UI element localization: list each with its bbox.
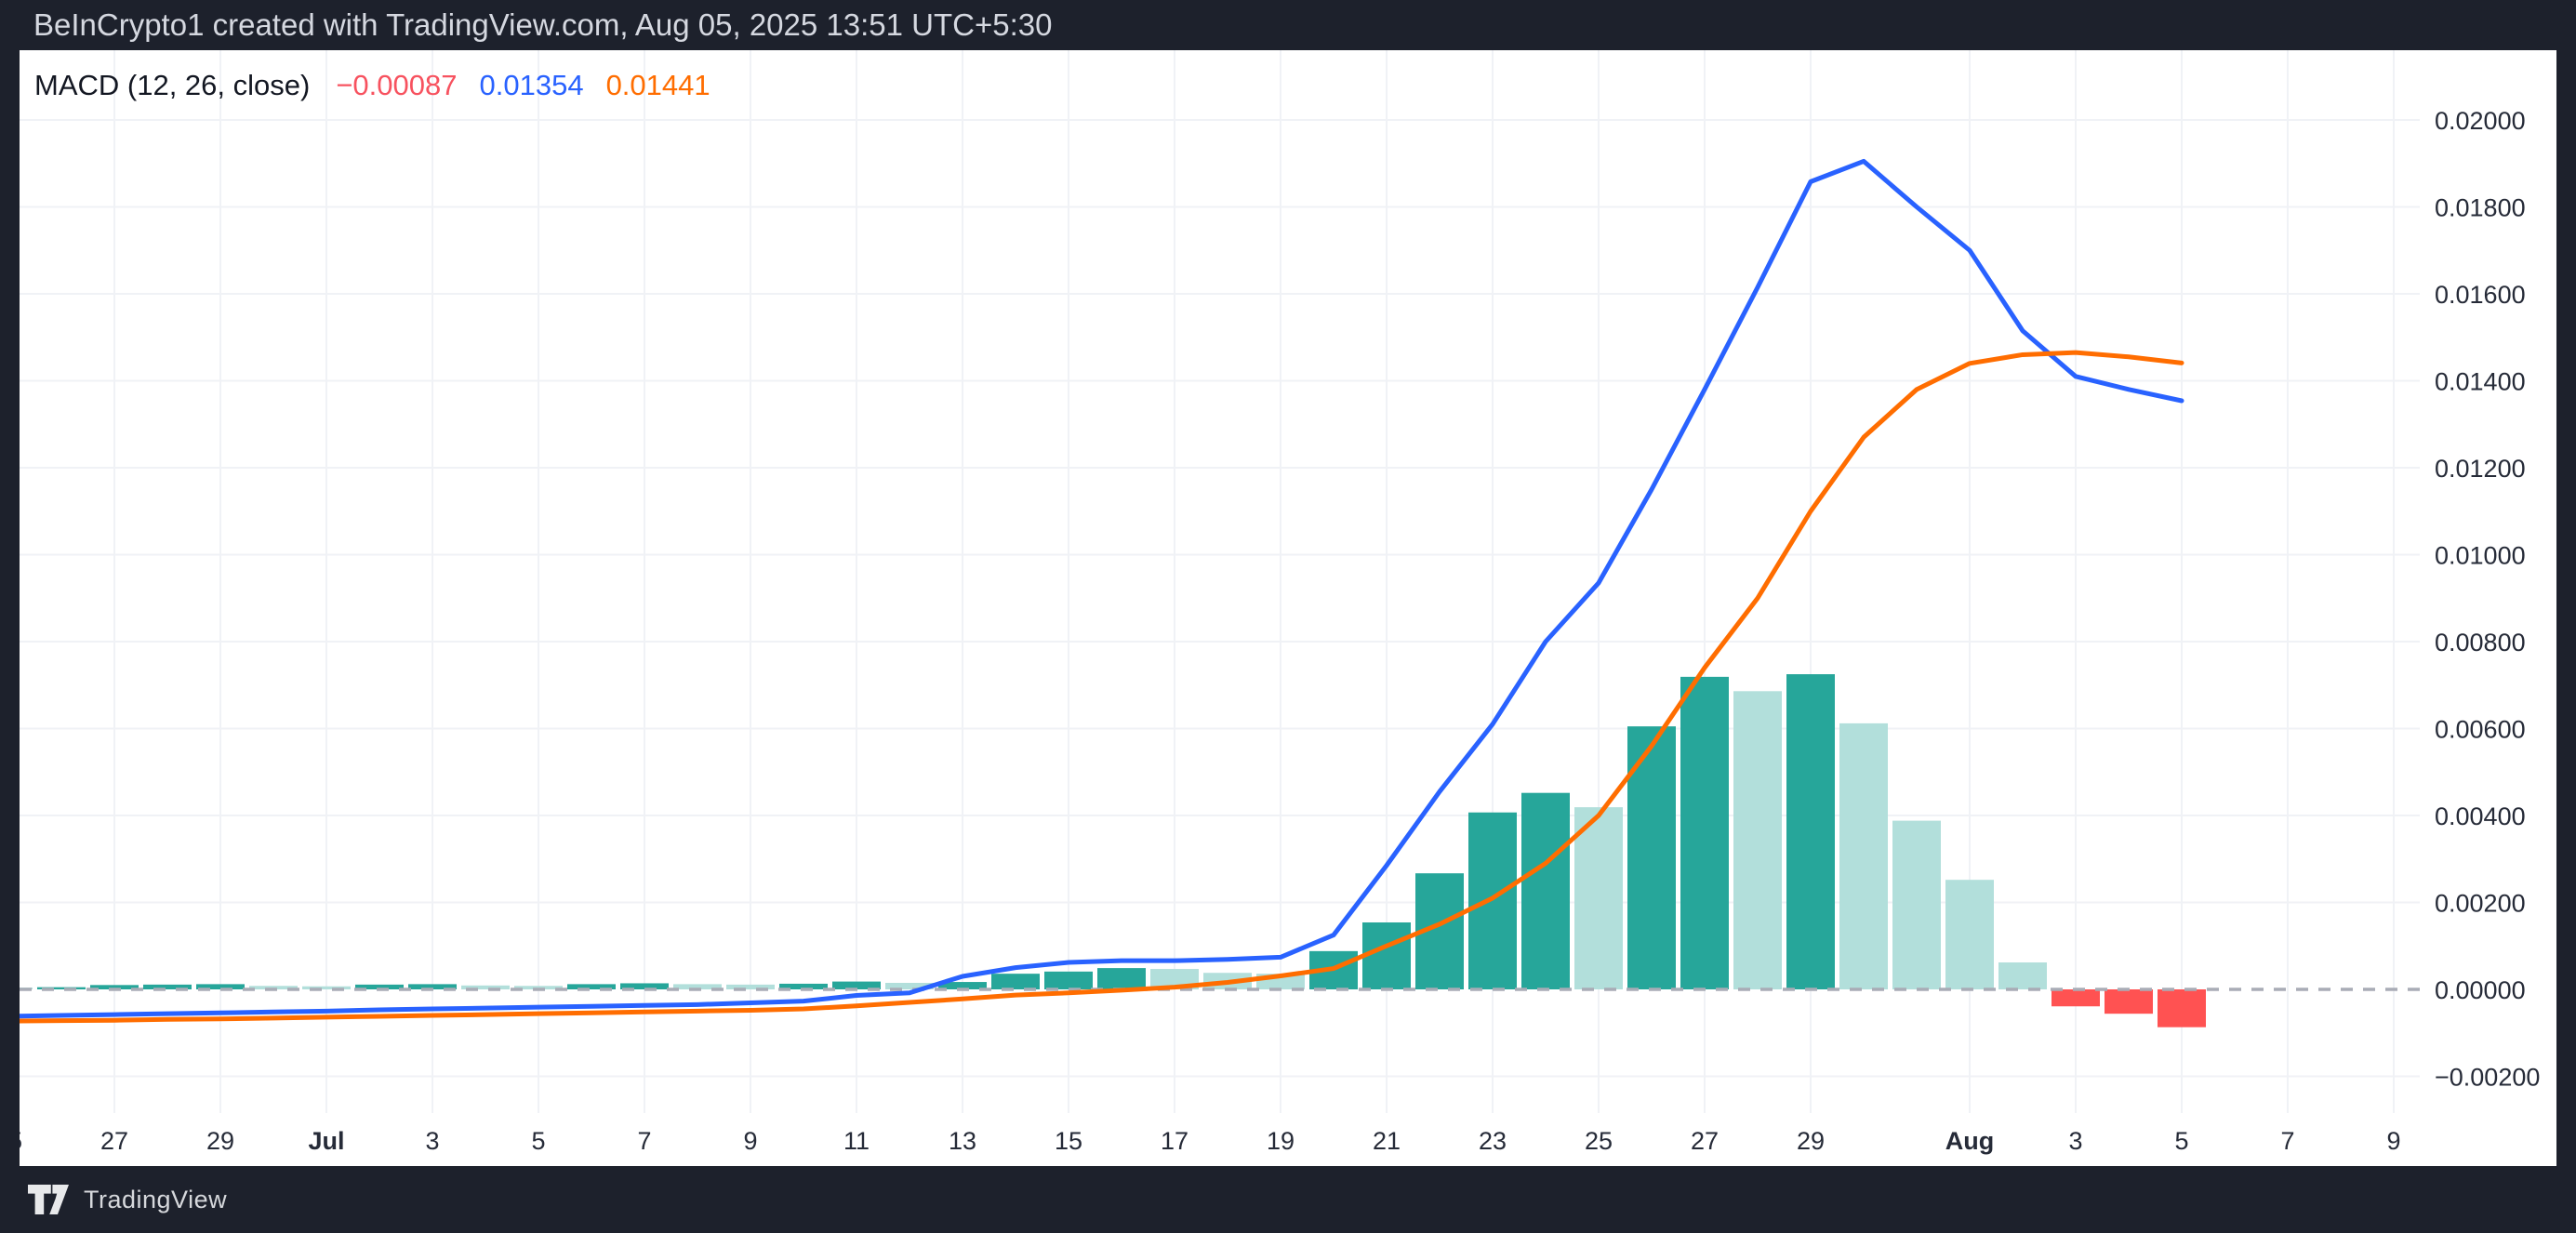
histogram-bar	[1521, 793, 1570, 989]
time-axis-label: 15	[1055, 1127, 1082, 1155]
legend-macd-value: 0.01354	[480, 69, 584, 101]
tradingview-brand-text: TradingView	[84, 1186, 227, 1214]
macd-chart-plot[interactable]: 0.02000 0.01800 0.01600 0.01400 0.01200 0.010…	[20, 50, 2556, 1166]
vertical-gridlines	[20, 50, 2394, 1113]
histogram-bar	[2158, 989, 2206, 1028]
histogram-bar	[2052, 989, 2100, 1006]
price-axis-label: −0.00200	[2435, 1064, 2540, 1092]
indicator-title: MACD (12, 26, close)	[34, 69, 310, 101]
time-axis-label: Aug	[1945, 1127, 1994, 1155]
time-axis-label: 29	[1797, 1127, 1825, 1155]
price-axis[interactable]: 0.02000 0.01800 0.01600 0.01400 0.01200 0.010…	[2435, 107, 2540, 1092]
time-axis-label: 3	[2068, 1127, 2082, 1155]
time-axis-label: 7	[637, 1127, 651, 1155]
tradingview-brand-link[interactable]: TradingView	[28, 1181, 227, 1218]
indicator-pane: 0.02000 0.01800 0.01600 0.01400 0.01200 0.010…	[20, 50, 2556, 1166]
time-axis-label: 9	[2386, 1127, 2400, 1155]
histogram-bar	[1044, 972, 1093, 989]
time-axis-label: 23	[1479, 1127, 1507, 1155]
histogram-bar	[1362, 922, 1411, 989]
price-axis-label: 0.00000	[2435, 976, 2526, 1004]
time-axis[interactable]: 25 27 29 Jul 3 5 7 9 11 13 15 17 19 21 23 25 27 29 Aug 3 5 7 9	[20, 1127, 2401, 1155]
price-axis-label: 0.01600	[2435, 281, 2526, 309]
time-axis-label: 29	[206, 1127, 234, 1155]
horizontal-gridlines	[20, 120, 2420, 1077]
time-axis-label: 9	[743, 1127, 757, 1155]
time-axis-label: 5	[2174, 1127, 2188, 1155]
macd-histogram	[20, 674, 2206, 1028]
histogram-bar	[1680, 677, 1729, 989]
histogram-bar	[991, 974, 1040, 989]
legend-signal-value: 0.01441	[606, 69, 710, 101]
time-axis-label: 13	[949, 1127, 976, 1155]
histogram-bar	[1892, 821, 1941, 989]
indicator-legend[interactable]: MACD (12, 26, close) −0.00087 0.01354 0.014…	[34, 69, 733, 102]
attribution-text: BeInCrypto1 created with TradingView.com…	[33, 7, 1052, 42]
price-axis-label: 0.02000	[2435, 107, 2526, 135]
price-axis-label: 0.01200	[2435, 455, 2526, 483]
time-axis-label: 7	[2280, 1127, 2294, 1155]
histogram-bar	[1839, 723, 1888, 989]
time-axis-label: 17	[1161, 1127, 1188, 1155]
time-axis-label: 19	[1267, 1127, 1295, 1155]
left-chrome-strip	[0, 0, 20, 1233]
legend-histogram-value: −0.00087	[336, 69, 457, 101]
price-axis-label: 0.00600	[2435, 716, 2526, 744]
histogram-bar	[1097, 968, 1146, 989]
price-axis-label: 0.01400	[2435, 368, 2526, 396]
price-axis-label: 0.01800	[2435, 194, 2526, 222]
tradingview-chart-window: 0.02000 0.01800 0.01600 0.01400 0.01200 0.010…	[0, 0, 2576, 1233]
histogram-bar	[1786, 674, 1835, 989]
time-axis-label: 3	[425, 1127, 439, 1155]
time-axis-label: 25	[1585, 1127, 1613, 1155]
time-axis-label: 27	[1691, 1127, 1719, 1155]
histogram-bar	[1733, 691, 1782, 989]
histogram-bar	[1998, 962, 2047, 989]
price-axis-label: 0.00400	[2435, 802, 2526, 830]
tradingview-logo-icon	[28, 1181, 69, 1218]
right-chrome-strip	[2556, 0, 2576, 1233]
time-axis-label: 11	[843, 1127, 870, 1155]
time-axis-label: Jul	[308, 1127, 344, 1155]
histogram-bar	[2105, 989, 2153, 1014]
time-axis-label: 25	[20, 1127, 22, 1155]
histogram-bar	[1468, 813, 1517, 989]
histogram-bar	[1574, 807, 1623, 989]
price-axis-label: 0.00200	[2435, 890, 2526, 918]
price-axis-label: 0.00800	[2435, 629, 2526, 656]
time-axis-label: 5	[531, 1127, 545, 1155]
chart-attribution-bar: BeInCrypto1 created with TradingView.com…	[0, 0, 2576, 50]
footer-bar: TradingView	[0, 1166, 2576, 1233]
price-axis-label: 0.01000	[2435, 542, 2526, 570]
time-axis-label: 27	[100, 1127, 128, 1155]
time-axis-label: 21	[1373, 1127, 1401, 1155]
histogram-bar	[1945, 880, 1994, 989]
